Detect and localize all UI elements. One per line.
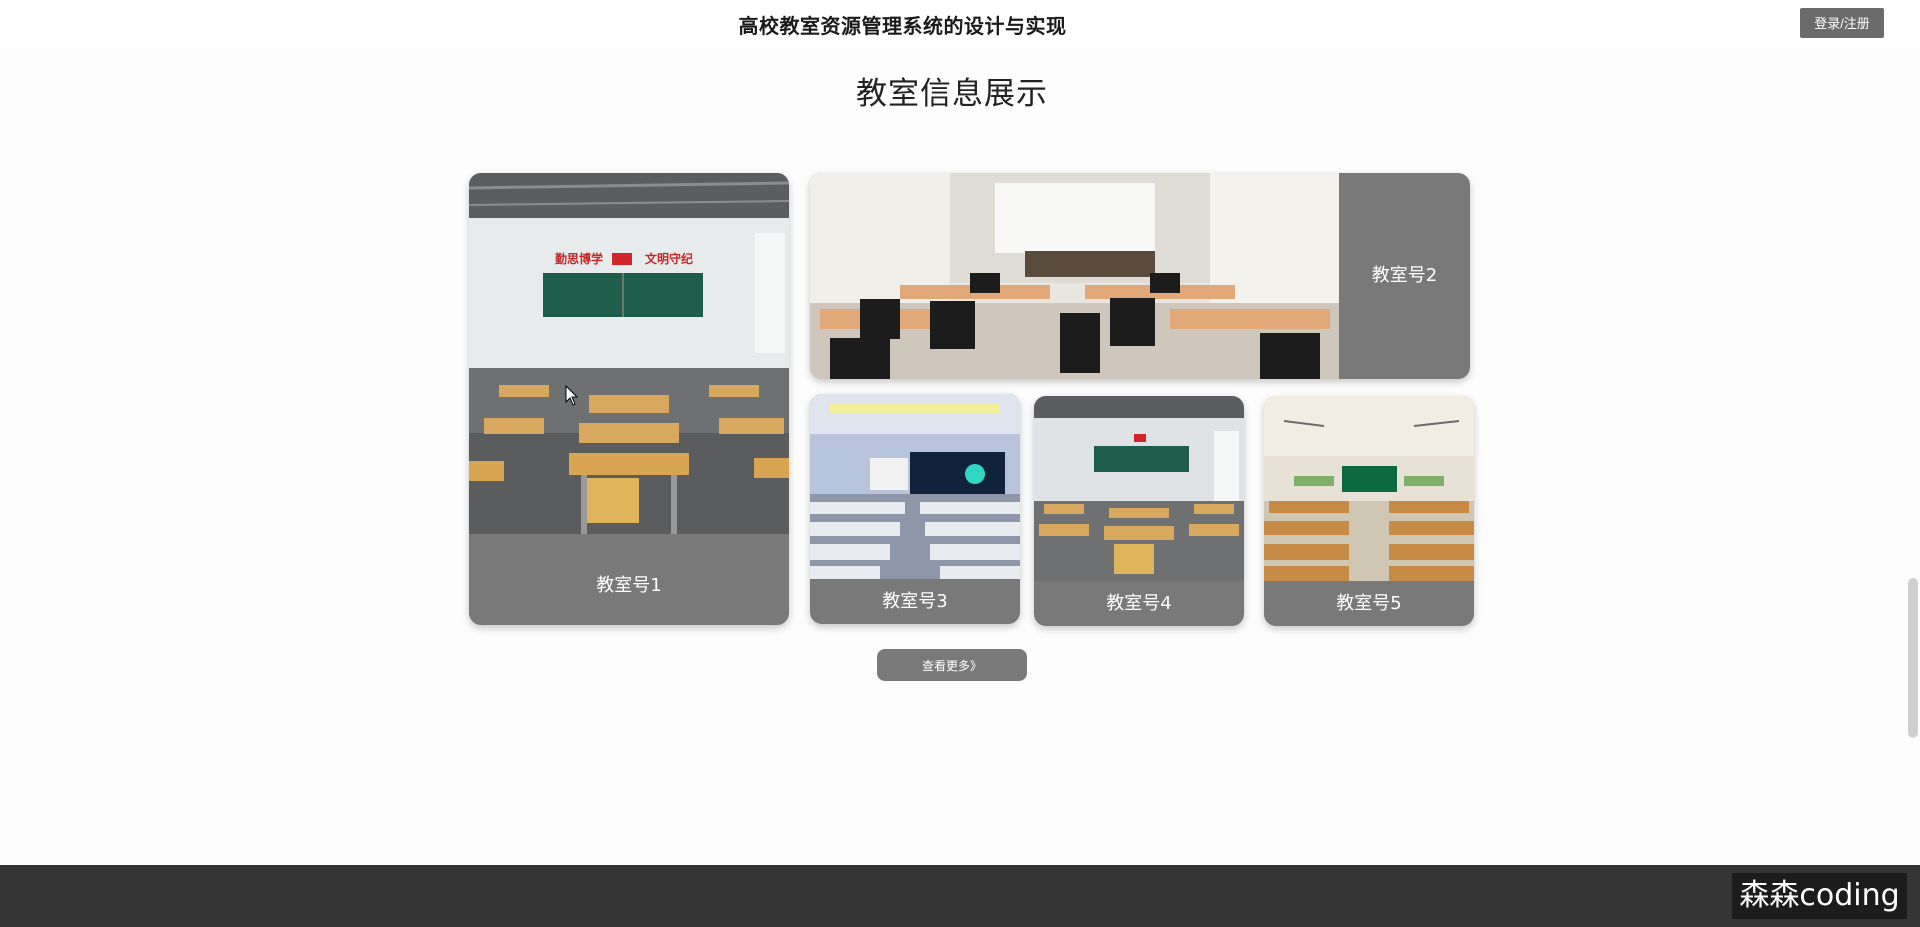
classroom-photo-5 bbox=[1264, 396, 1474, 581]
page: 高校教室资源管理系统的设计与实现 登录/注册 教室信息展示 勤思博学 文明守纪 bbox=[0, 0, 1920, 927]
slogan-left-text: 勤思博学 bbox=[555, 251, 603, 266]
footer bbox=[0, 865, 1920, 927]
classroom-label-4: 教室号4 bbox=[1106, 593, 1172, 614]
classroom-photo-4 bbox=[1034, 396, 1244, 581]
scrollbar-thumb[interactable] bbox=[1908, 578, 1918, 738]
classroom-card-4[interactable]: 教室号4 bbox=[1034, 396, 1244, 626]
top-bar: 高校教室资源管理系统的设计与实现 登录/注册 bbox=[0, 0, 1920, 48]
classroom-label-1: 教室号1 bbox=[596, 575, 662, 596]
classroom-label-3: 教室号3 bbox=[882, 591, 948, 612]
watermark: 森森coding bbox=[1732, 873, 1907, 919]
site-title: 高校教室资源管理系统的设计与实现 bbox=[738, 14, 1067, 38]
classroom-label-5: 教室号5 bbox=[1336, 593, 1402, 614]
classroom-card-3[interactable]: 教室号3 bbox=[810, 394, 1020, 624]
slogan-right-text: 文明守纪 bbox=[645, 251, 693, 266]
classroom-card-1[interactable]: 勤思博学 文明守纪 教室号1 bbox=[469, 173, 789, 625]
classroom-card-2[interactable]: 教室号2 bbox=[810, 173, 1470, 379]
mouse-cursor-icon bbox=[565, 385, 579, 406]
classroom-photo-1: 勤思博学 文明守纪 bbox=[469, 173, 789, 534]
classroom-label-2: 教室号2 bbox=[1371, 265, 1438, 286]
classroom-photo-3 bbox=[810, 394, 1020, 579]
classroom-photo-2 bbox=[810, 173, 1339, 379]
login-register-button[interactable]: 登录/注册 bbox=[1800, 8, 1884, 38]
section-heading: 教室信息展示 bbox=[856, 76, 1048, 112]
classroom-card-5[interactable]: 教室号5 bbox=[1264, 396, 1474, 626]
view-more-button[interactable]: 查看更多》 bbox=[877, 649, 1027, 681]
